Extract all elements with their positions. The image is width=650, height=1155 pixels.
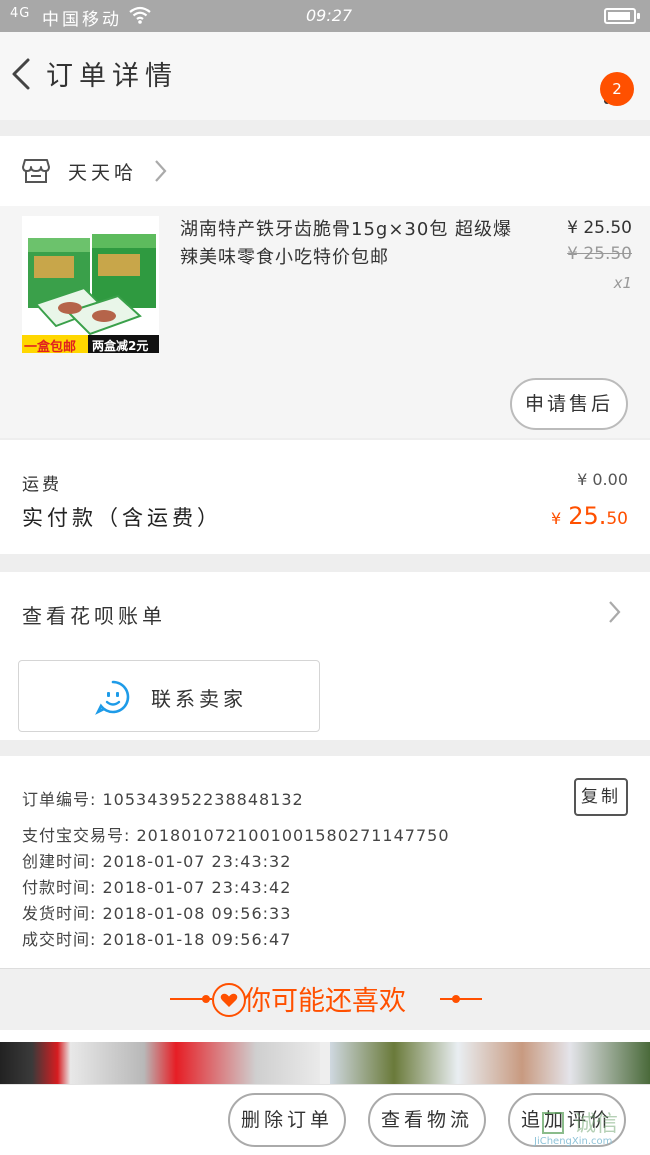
shipping-label: 运费 (22, 475, 62, 495)
status-bar: 4G 中国移动 09:27 (0, 0, 650, 32)
watermark-logo-icon (542, 1112, 564, 1134)
watermark: 诚信 JiChengXin.com (534, 1106, 650, 1150)
huabei-section: 查看花呗账单 联系卖家 (0, 572, 650, 740)
huabei-row[interactable]: 查看花呗账单 (0, 572, 650, 650)
carrier-name: 中国移动 (42, 10, 122, 30)
paid-time: 付款时间: 2018-01-07 23:43:42 (22, 878, 292, 897)
chevron-right-icon (609, 601, 621, 623)
delete-order-button[interactable]: 删除订单 (228, 1093, 346, 1147)
image-caption-right: 两盒减2元 (92, 339, 149, 353)
shop-icon (22, 159, 50, 183)
shipped-time: 发货时间: 2018-01-08 09:56:33 (22, 904, 292, 923)
alipay-trade-number: 支付宝交易号: 2018010721001001580271147750 (22, 826, 450, 845)
created-time: 创建时间: 2018-01-07 23:43:32 (22, 852, 292, 871)
quantity: x1 (613, 274, 632, 292)
huabei-label: 查看花呗账单 (22, 604, 166, 628)
apply-aftersale-button[interactable]: 申请售后 (510, 378, 628, 430)
battery-icon (604, 8, 640, 24)
paid-currency: ¥ (551, 509, 562, 528)
recommend-item-image[interactable] (330, 1042, 650, 1084)
recommend-header: 你可能还喜欢 (0, 968, 650, 1030)
chevron-right-icon (155, 160, 167, 182)
watermark-brand: 诚信 (574, 1112, 619, 1137)
view-logistics-button[interactable]: 查看物流 (368, 1093, 486, 1147)
recommend-spacer (0, 1030, 650, 1042)
divider-line (440, 998, 482, 1000)
order-number: 订单编号: 105343952238848132 (22, 790, 304, 809)
watermark-url: JiChengXin.com (534, 1136, 613, 1147)
paid-decimal: 50 (606, 509, 628, 529)
original-price: ¥ 25.50 (567, 244, 632, 264)
product-price: ¥ 25.50 (567, 218, 632, 238)
product-image[interactable]: 一盒包邮 两盒减2元 (22, 216, 159, 353)
notification-badge: 2 (600, 72, 634, 106)
shop-row[interactable]: 天天哈 (0, 136, 650, 206)
paid-label: 实付款（含运费） (22, 506, 222, 530)
page-title: 订单详情 (46, 61, 178, 92)
clock: 09:27 (306, 6, 353, 25)
paid-integer: 25. (568, 502, 607, 530)
product-photo (22, 216, 159, 353)
order-info: 订单编号: 105343952238848132 复制 支付宝交易号: 2018… (0, 756, 650, 968)
contact-seller-label: 联系卖家 (151, 687, 247, 711)
shop-name: 天天哈 (68, 162, 138, 184)
signal-indicator: 4G (10, 6, 31, 21)
recommend-item-image[interactable] (0, 1042, 320, 1084)
image-caption-left: 一盒包邮 (24, 340, 77, 353)
contact-seller-button[interactable]: 联系卖家 (18, 660, 320, 732)
recommend-title: 你可能还喜欢 (244, 986, 406, 1017)
chat-bubble-icon (95, 680, 130, 715)
completed-time: 成交时间: 2018-01-18 09:56:47 (22, 930, 292, 949)
nav-header: 订单详情 2 (0, 32, 650, 120)
copy-button[interactable]: 复制 (574, 778, 628, 816)
back-arrow-icon[interactable] (6, 54, 36, 94)
payment-summary: 运费 ¥ 0.00 实付款（含运费） ¥ 25.50 (0, 440, 650, 554)
shipping-value: ¥ 0.00 (577, 470, 628, 489)
paid-value: ¥ 25.50 (551, 502, 628, 530)
wifi-icon (129, 6, 151, 24)
product-item[interactable]: 一盒包邮 两盒减2元 湖南特产铁牙齿脆骨15g×30包 超级爆辣美味零食小吃特价… (0, 206, 650, 438)
product-title[interactable]: 湖南特产铁牙齿脆骨15g×30包 超级爆辣美味零食小吃特价包邮 (180, 216, 520, 272)
